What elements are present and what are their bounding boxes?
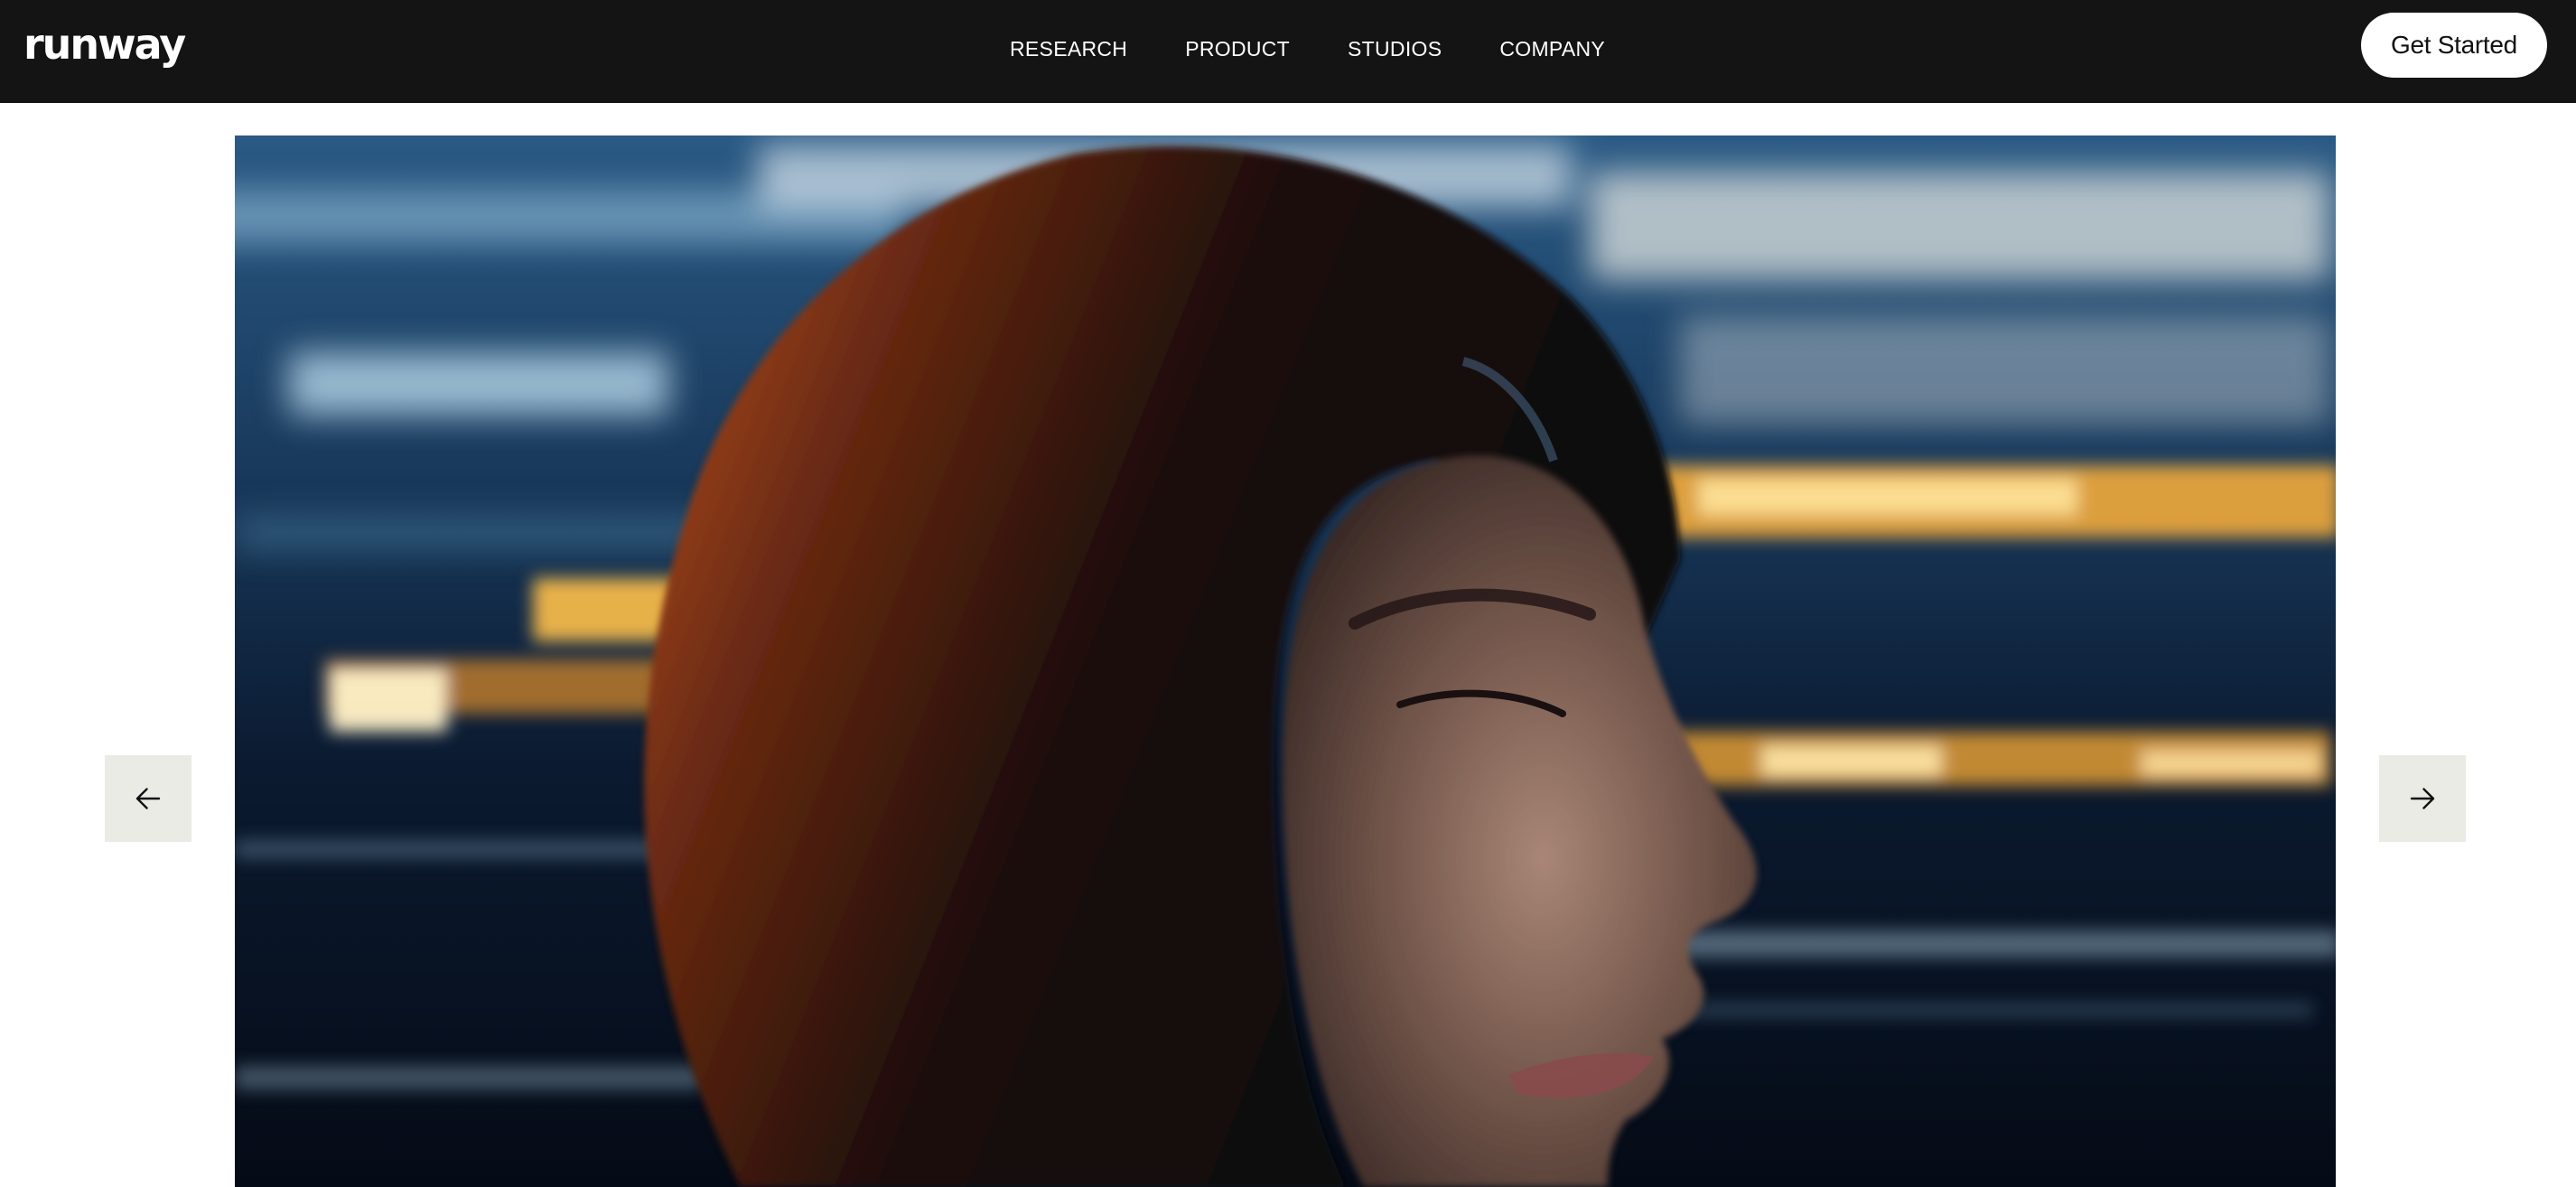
arrow-right-icon bbox=[2410, 788, 2435, 809]
nav-link-research[interactable]: RESEARCH bbox=[1010, 37, 1127, 61]
arrow-left-icon bbox=[135, 788, 161, 809]
top-navbar: runway RESEARCH PRODUCT STUDIOS COMPANY … bbox=[0, 0, 2576, 103]
portrait-photo bbox=[235, 136, 2336, 1187]
carousel-prev-button[interactable] bbox=[105, 755, 191, 842]
get-started-button[interactable]: Get Started bbox=[2361, 13, 2547, 78]
nav-link-company[interactable]: COMPANY bbox=[1499, 37, 1605, 61]
runway-logo[interactable]: runway bbox=[23, 13, 186, 76]
primary-nav: RESEARCH PRODUCT STUDIOS COMPANY bbox=[1010, 0, 1605, 98]
carousel-slide-image bbox=[235, 136, 2336, 1187]
nav-link-studios[interactable]: STUDIOS bbox=[1348, 37, 1442, 61]
nav-link-product[interactable]: PRODUCT bbox=[1185, 37, 1290, 61]
carousel-next-button[interactable] bbox=[2379, 755, 2466, 842]
